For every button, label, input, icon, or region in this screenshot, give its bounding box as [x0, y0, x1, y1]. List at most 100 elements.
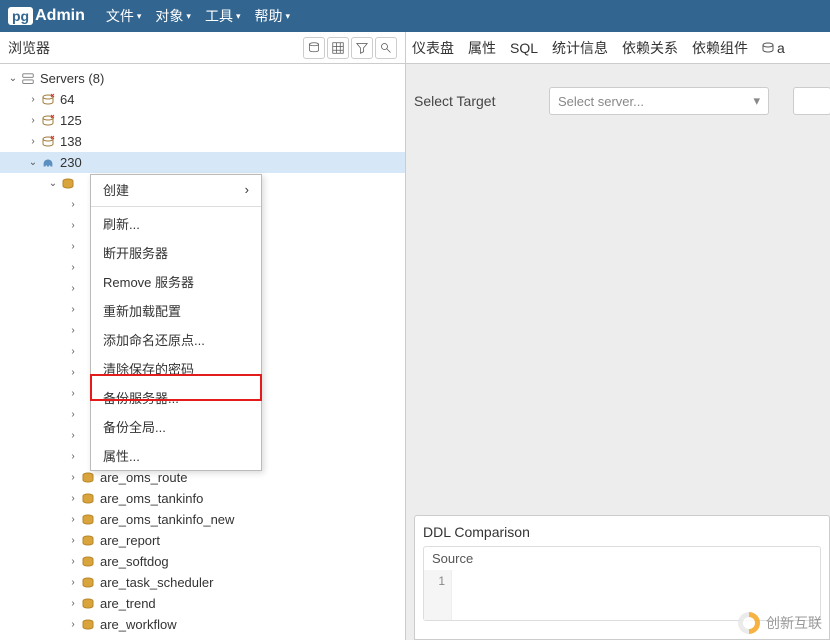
expand-icon[interactable]: ›	[66, 304, 80, 315]
tree-database[interactable]: ›are_task_scheduler	[0, 572, 405, 593]
cm-remove[interactable]: Remove 服务器	[91, 267, 261, 296]
menu-file[interactable]: 文件▾	[99, 0, 149, 32]
expand-icon[interactable]: ›	[66, 367, 80, 378]
database-icon	[80, 492, 96, 506]
cm-disconnect[interactable]: 断开服务器	[91, 238, 261, 267]
server-group-icon	[20, 72, 36, 86]
tab-dashboard[interactable]: 仪表盘	[412, 38, 454, 58]
chevron-down-icon: ▾	[753, 93, 760, 109]
tool-filter-icon[interactable]	[351, 37, 373, 59]
tab-sql[interactable]: SQL	[510, 40, 538, 56]
tab-dependents[interactable]: 依赖组件	[692, 38, 748, 58]
expand-icon[interactable]: ›	[66, 598, 80, 609]
cm-add-restore-point[interactable]: 添加命名还原点...	[91, 325, 261, 354]
source-label: Source	[424, 547, 820, 570]
database-icon	[80, 513, 96, 527]
server-disconnected-icon	[40, 135, 56, 149]
tree-database[interactable]: ›are_trend	[0, 593, 405, 614]
database-icon	[80, 534, 96, 548]
cm-clear-password[interactable]: 清除保存的密码	[91, 354, 261, 383]
chevron-down-icon: ▾	[236, 11, 241, 22]
expand-icon[interactable]: ›	[66, 241, 80, 252]
expand-icon[interactable]: ›	[66, 199, 80, 210]
server-disconnected-icon	[40, 114, 56, 128]
action-button[interactable]	[793, 87, 830, 115]
cm-properties[interactable]: 属性...	[91, 441, 261, 470]
database-icon	[80, 555, 96, 569]
cm-backup-server[interactable]: 备份服务器...	[91, 383, 261, 412]
tree-server[interactable]: ›138	[0, 131, 405, 152]
tree-database[interactable]: ›are_oms_tankinfo	[0, 488, 405, 509]
tool-grid-icon[interactable]	[327, 37, 349, 59]
collapse-icon[interactable]: ⌄	[46, 178, 60, 189]
expand-icon[interactable]: ›	[26, 94, 40, 105]
menu-help[interactable]: 帮助▾	[247, 0, 297, 32]
select-target-dropdown[interactable]: Select server... ▾	[549, 87, 769, 115]
menu-object[interactable]: 对象▾	[148, 0, 198, 32]
elephant-icon	[40, 156, 56, 170]
collapse-icon[interactable]: ⌄	[6, 73, 20, 84]
dropdown-placeholder: Select server...	[558, 94, 644, 109]
expand-icon[interactable]: ›	[66, 388, 80, 399]
chevron-down-icon: ▾	[186, 11, 191, 22]
database-icon	[80, 576, 96, 590]
watermark-text: 创新互联	[766, 613, 822, 633]
tree-database[interactable]: ›are_softdog	[0, 551, 405, 572]
tree-database[interactable]: ›are_oms_tankinfo_new	[0, 509, 405, 530]
expand-icon[interactable]: ›	[66, 472, 80, 483]
expand-icon[interactable]: ›	[26, 115, 40, 126]
tab-properties[interactable]: 属性	[468, 38, 496, 58]
expand-icon[interactable]: ›	[66, 262, 80, 273]
cm-refresh[interactable]: 刷新...	[91, 209, 261, 238]
expand-icon[interactable]: ›	[66, 493, 80, 504]
expand-icon[interactable]: ›	[66, 514, 80, 525]
database-icon	[80, 471, 96, 485]
watermark-icon	[738, 612, 760, 634]
context-menu[interactable]: 创建› 刷新... 断开服务器 Remove 服务器 重新加载配置 添加命名还原…	[90, 174, 262, 471]
menu-tools[interactable]: 工具▾	[198, 0, 248, 32]
tab-dependencies[interactable]: 依赖关系	[622, 38, 678, 58]
chevron-down-icon: ▾	[137, 11, 142, 22]
expand-icon[interactable]: ›	[66, 283, 80, 294]
ddl-title: DDL Comparison	[423, 524, 821, 540]
expand-icon[interactable]: ›	[66, 346, 80, 357]
expand-icon[interactable]: ›	[66, 535, 80, 546]
tree-server[interactable]: ›125	[0, 110, 405, 131]
tree-server[interactable]: ›64	[0, 89, 405, 110]
tree-server-selected[interactable]: ⌄230	[0, 152, 405, 173]
tool-search-icon[interactable]	[375, 37, 397, 59]
database-icon	[80, 618, 96, 632]
database-icon	[762, 42, 774, 54]
database-group-icon	[60, 177, 76, 191]
cm-backup-global[interactable]: 备份全局...	[91, 412, 261, 441]
tab-extra[interactable]: a	[762, 40, 785, 56]
expand-icon[interactable]: ›	[66, 577, 80, 588]
source-editor[interactable]: Source 1	[423, 546, 821, 621]
collapse-icon[interactable]: ⌄	[26, 157, 40, 168]
expand-icon[interactable]: ›	[66, 556, 80, 567]
tree-database[interactable]: ›are_report	[0, 530, 405, 551]
watermark: 创新互联	[738, 612, 822, 634]
separator	[91, 206, 261, 207]
app-logo: pgAdmin	[8, 7, 85, 25]
line-number: 1	[424, 570, 452, 620]
tree-database[interactable]: ›are_workflow	[0, 614, 405, 635]
expand-icon[interactable]: ›	[66, 409, 80, 420]
browser-title: 浏览器	[8, 38, 50, 58]
expand-icon[interactable]: ›	[26, 136, 40, 147]
chevron-down-icon: ▾	[285, 11, 290, 22]
select-target-label: Select Target	[414, 93, 529, 109]
expand-icon[interactable]: ›	[66, 619, 80, 630]
tab-statistics[interactable]: 统计信息	[552, 38, 608, 58]
cm-create[interactable]: 创建›	[91, 175, 261, 204]
database-icon	[80, 597, 96, 611]
expand-icon[interactable]: ›	[66, 220, 80, 231]
server-disconnected-icon	[40, 93, 56, 107]
tool-database-icon[interactable]	[303, 37, 325, 59]
chevron-right-icon: ›	[245, 182, 249, 197]
expand-icon[interactable]: ›	[66, 451, 80, 462]
tree-servers-group[interactable]: ⌄ Servers (8)	[0, 68, 405, 89]
expand-icon[interactable]: ›	[66, 325, 80, 336]
cm-reload[interactable]: 重新加载配置	[91, 296, 261, 325]
expand-icon[interactable]: ›	[66, 430, 80, 441]
